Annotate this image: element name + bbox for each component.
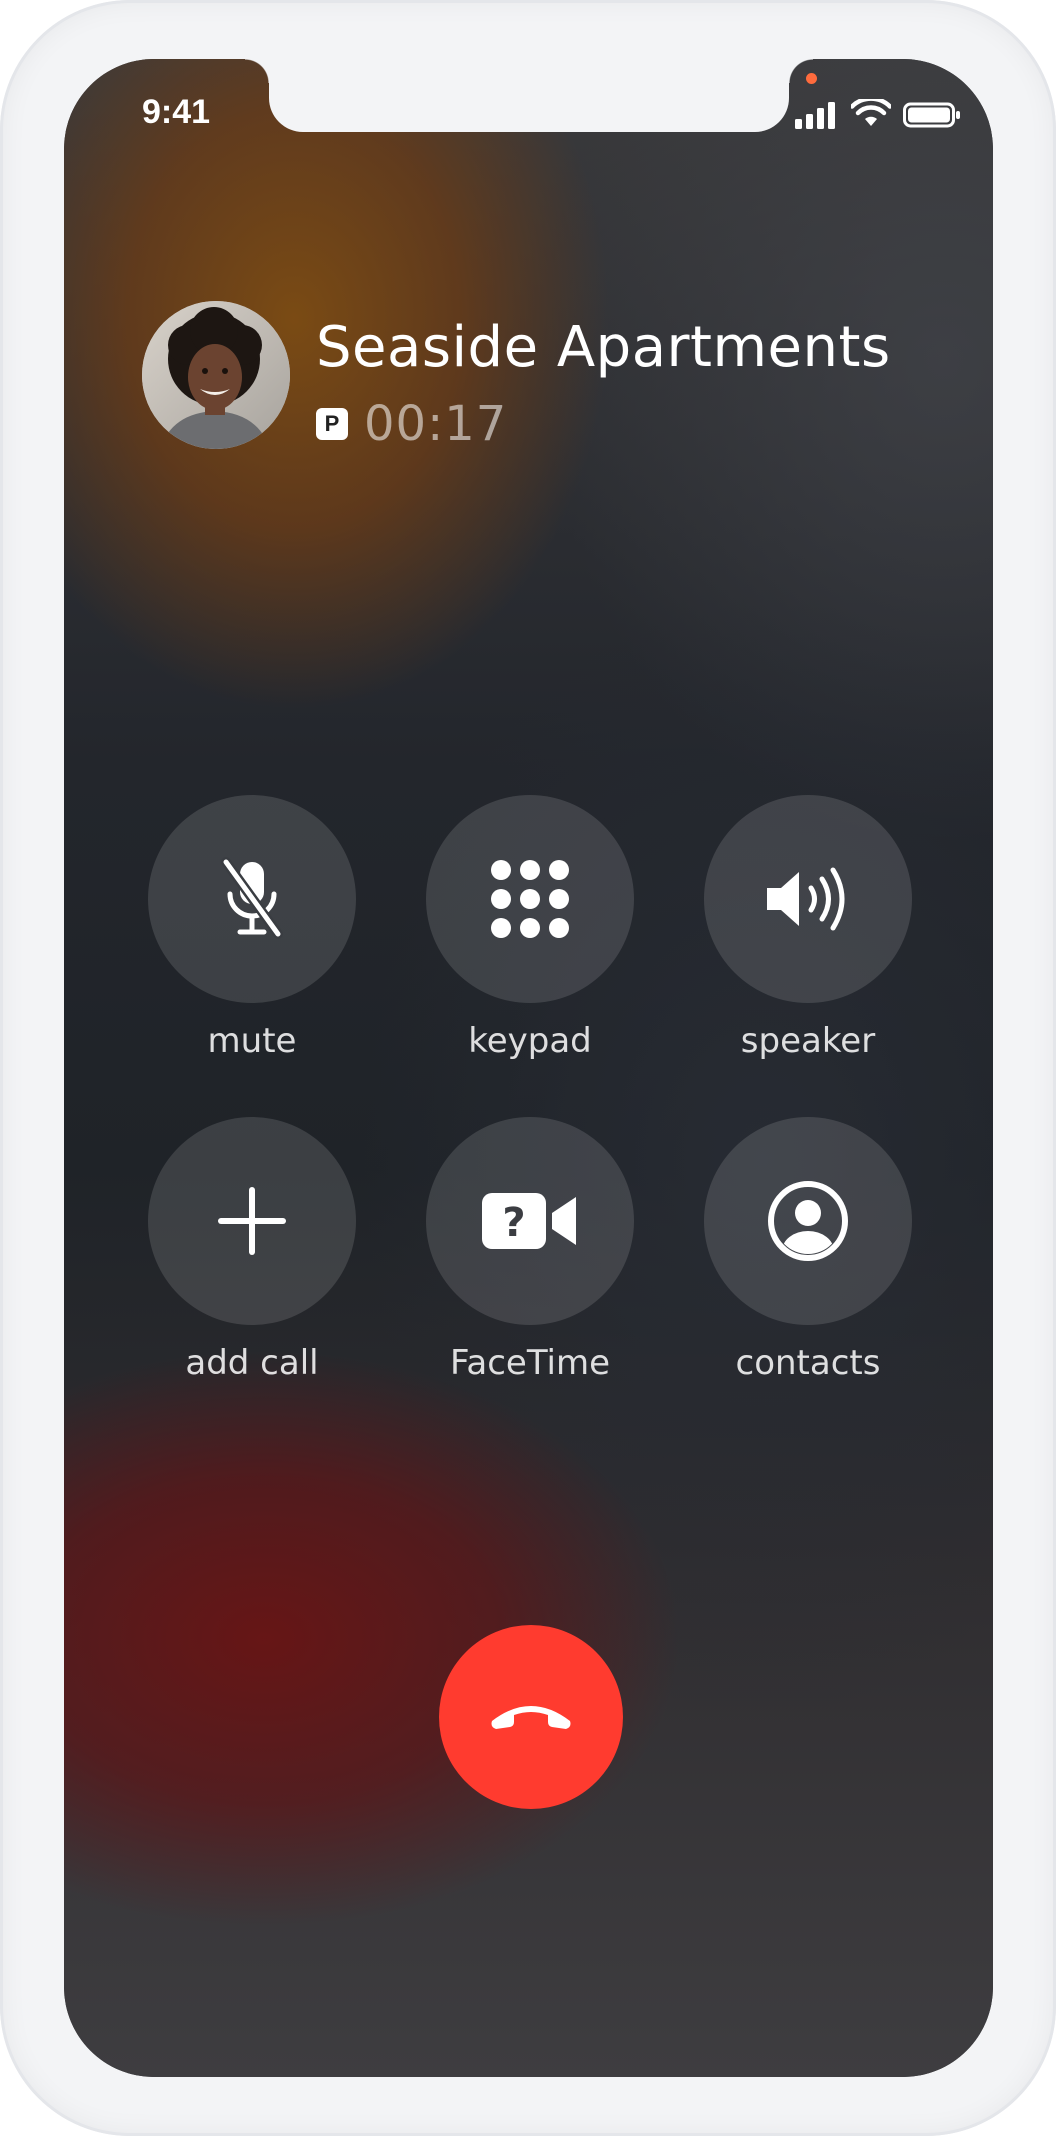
speaker-icon — [767, 867, 845, 931]
end-call-icon — [491, 1706, 571, 1729]
notch — [245, 59, 813, 132]
add-call-control: add call — [148, 1117, 356, 1383]
facetime-button[interactable]: ? — [426, 1117, 634, 1325]
signal-icon — [795, 102, 835, 129]
contacts-control: contacts — [704, 1117, 912, 1383]
mute-control: mute — [148, 795, 356, 1061]
wifi-icon — [851, 99, 891, 126]
add-call-button[interactable] — [148, 1117, 356, 1325]
mute-button[interactable] — [148, 795, 356, 1003]
end-call-button[interactable] — [439, 1625, 623, 1809]
keypad-label: keypad — [468, 1021, 592, 1061]
contact-icon — [768, 1181, 848, 1261]
plus-icon — [218, 1187, 286, 1255]
svg-text:?: ? — [502, 1200, 525, 1246]
facetime-icon: ? — [482, 1193, 576, 1249]
call-screen: 9:41 Seaside Apartments P 00:17 mute key… — [64, 59, 993, 2077]
mic-off-icon — [221, 857, 283, 939]
keypad-control: keypad — [426, 795, 634, 1061]
avatar[interactable] — [142, 301, 290, 449]
recording-indicator-dot — [806, 73, 817, 84]
contacts-label: contacts — [735, 1343, 881, 1383]
call-timer: 00:17 — [364, 396, 508, 452]
status-time: 9:41 — [142, 93, 211, 131]
keypad-icon — [491, 860, 569, 938]
add-call-label: add call — [185, 1343, 319, 1383]
speaker-label: speaker — [740, 1021, 876, 1061]
facetime-control: ? FaceTime — [426, 1117, 634, 1383]
caller-name: Seaside Apartments — [316, 315, 891, 380]
call-meta: P 00:17 — [316, 396, 891, 452]
phone-frame: 9:41 Seaside Apartments P 00:17 mute key… — [0, 0, 1056, 2136]
keypad-button[interactable] — [426, 795, 634, 1003]
battery-icon — [903, 102, 960, 128]
provider-badge: P — [316, 408, 348, 440]
speaker-control: speaker — [704, 795, 912, 1061]
caller-info: Seaside Apartments P 00:17 — [142, 301, 891, 452]
speaker-button[interactable] — [704, 795, 912, 1003]
status-icons — [795, 99, 961, 129]
facetime-label: FaceTime — [449, 1343, 611, 1383]
contacts-button[interactable] — [704, 1117, 912, 1325]
mute-label: mute — [207, 1021, 297, 1061]
